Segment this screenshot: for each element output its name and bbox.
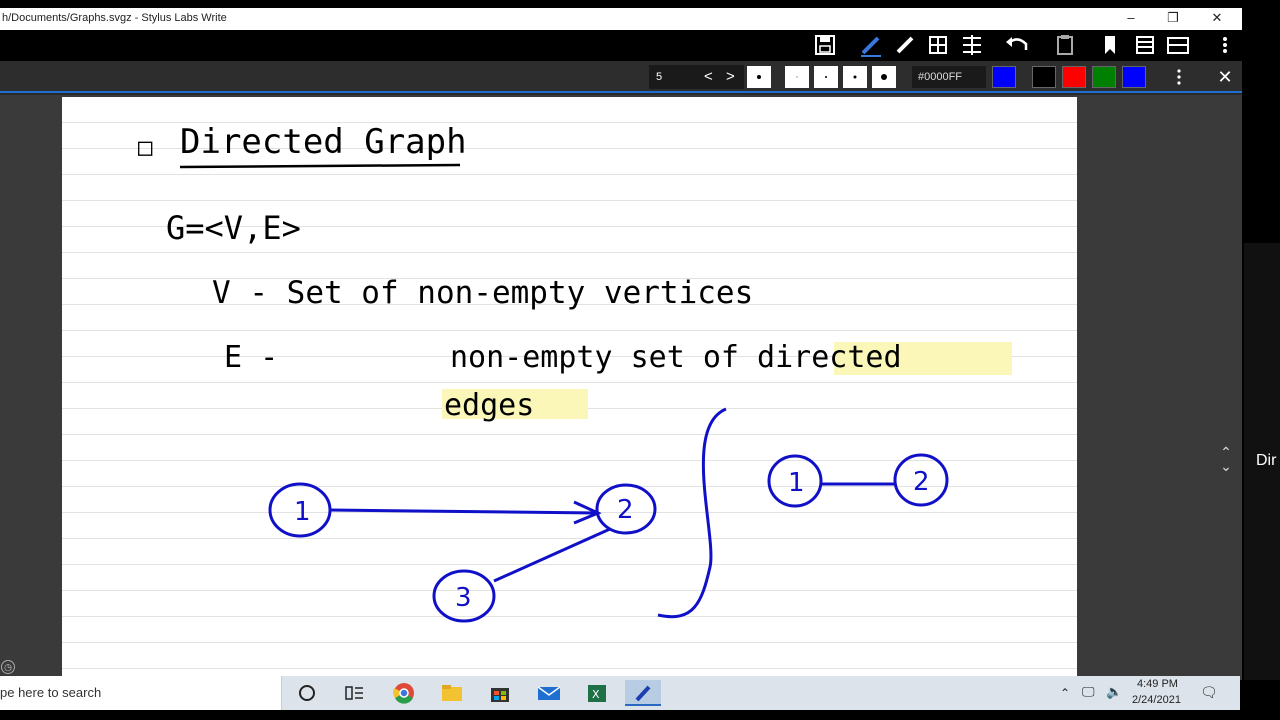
page-navigator: 5 < >: [649, 65, 744, 89]
page-setup-icon[interactable]: [1130, 30, 1160, 60]
node-right-label-1: 1: [788, 468, 805, 498]
swatch-green[interactable]: [1092, 66, 1116, 88]
directed-graph: [268, 407, 949, 623]
clock-time[interactable]: 4:49 PM: [1137, 678, 1178, 690]
swatch-blue[interactable]: [1122, 66, 1146, 88]
task-view-icon[interactable]: [336, 680, 372, 706]
window-title: h/Documents/Graphs.svgz - Stylus Labs Wr…: [2, 12, 227, 24]
node-label-3: 3: [455, 583, 472, 613]
expand-collapse-icon[interactable]: ⌃ ⌄: [1211, 443, 1241, 473]
edge-label: E -: [224, 340, 278, 375]
pen-toolbar: 5 < > #0000FF ✕: [0, 61, 1242, 93]
main-toolbar: [0, 30, 1242, 61]
pen-width-1-button[interactable]: [747, 66, 771, 88]
excel-icon[interactable]: X: [579, 680, 615, 706]
edge-3-2: [493, 527, 611, 583]
view-icon[interactable]: [1163, 30, 1193, 60]
chrome-icon[interactable]: [386, 680, 422, 706]
side-label: Dir: [1256, 452, 1277, 469]
edge-description-2: edges: [444, 388, 534, 423]
pen-width-2-button[interactable]: [785, 66, 809, 88]
search-box[interactable]: pe here to search: [0, 676, 282, 710]
pen-width-4-button[interactable]: [843, 66, 867, 88]
edge-description: non-empty set of directed: [450, 340, 902, 375]
node-label-1: 1: [294, 497, 311, 527]
svg-text:X: X: [592, 688, 600, 701]
more-icon[interactable]: [1210, 30, 1240, 60]
cortana-icon[interactable]: [289, 680, 325, 706]
undo-icon[interactable]: [1002, 30, 1032, 60]
document-canvas[interactable]: □ Directed Graph G=<V,E> V - Set of non-…: [0, 95, 1242, 680]
separator-bracket: [657, 407, 727, 619]
tray-overflow-icon[interactable]: ⌃: [1060, 686, 1070, 700]
close-toolbar-button[interactable]: ✕: [1210, 62, 1240, 92]
title-bar: h/Documents/Graphs.svgz - Stylus Labs Wr…: [0, 8, 1242, 30]
history-icon[interactable]: ◷: [1, 660, 15, 674]
graph-definition: G=<V,E>: [166, 209, 301, 247]
bookmark-icon[interactable]: [1095, 30, 1125, 60]
swatch-black[interactable]: [1032, 66, 1056, 88]
swatch-red[interactable]: [1062, 66, 1086, 88]
insert-space-icon[interactable]: [957, 30, 987, 60]
prev-page-button[interactable]: <: [704, 67, 713, 87]
pen-width-5-button[interactable]: [872, 66, 896, 88]
taskbar: pe here to search X ⌃ 🖵 🔈 4:49 PM 2/24/2…: [0, 676, 1240, 710]
mail-icon[interactable]: [531, 680, 567, 706]
grid-select-icon[interactable]: [923, 30, 953, 60]
network-icon[interactable]: 🖵: [1082, 684, 1095, 700]
minimize-button[interactable]: –: [1108, 8, 1154, 30]
page-number[interactable]: 5: [656, 71, 662, 83]
color-hex-field[interactable]: #0000FF: [912, 66, 986, 88]
volume-icon[interactable]: 🔈: [1106, 684, 1122, 700]
pen-more-icon[interactable]: [1164, 62, 1194, 92]
swatch-current[interactable]: [992, 66, 1016, 88]
node-right-label-2: 2: [913, 467, 930, 497]
close-window-button[interactable]: ✕: [1194, 8, 1240, 30]
save-icon[interactable]: [810, 30, 840, 60]
next-page-button[interactable]: >: [726, 67, 735, 87]
clipboard-icon[interactable]: [1050, 30, 1080, 60]
notification-icon[interactable]: 🗨: [1200, 684, 1218, 701]
stylus-write-icon[interactable]: [625, 680, 661, 706]
node-label-2: 2: [617, 495, 634, 525]
page[interactable]: □ Directed Graph G=<V,E> V - Set of non-…: [62, 97, 1077, 680]
bullet-checkbox: □: [138, 133, 153, 161]
edge-1-2: [329, 508, 599, 515]
eraser-icon[interactable]: [890, 30, 920, 60]
pen-icon[interactable]: [856, 30, 886, 60]
heading-text: Directed Graph: [180, 122, 467, 162]
restore-button[interactable]: ❐: [1150, 8, 1196, 30]
file-explorer-icon[interactable]: [434, 680, 470, 706]
app-window: h/Documents/Graphs.svgz - Stylus Labs Wr…: [0, 8, 1242, 680]
store-icon[interactable]: [482, 680, 518, 706]
clock-date[interactable]: 2/24/2021: [1132, 694, 1181, 706]
pen-width-3-button[interactable]: [814, 66, 838, 88]
vertex-line: V - Set of non-empty vertices: [212, 275, 753, 311]
